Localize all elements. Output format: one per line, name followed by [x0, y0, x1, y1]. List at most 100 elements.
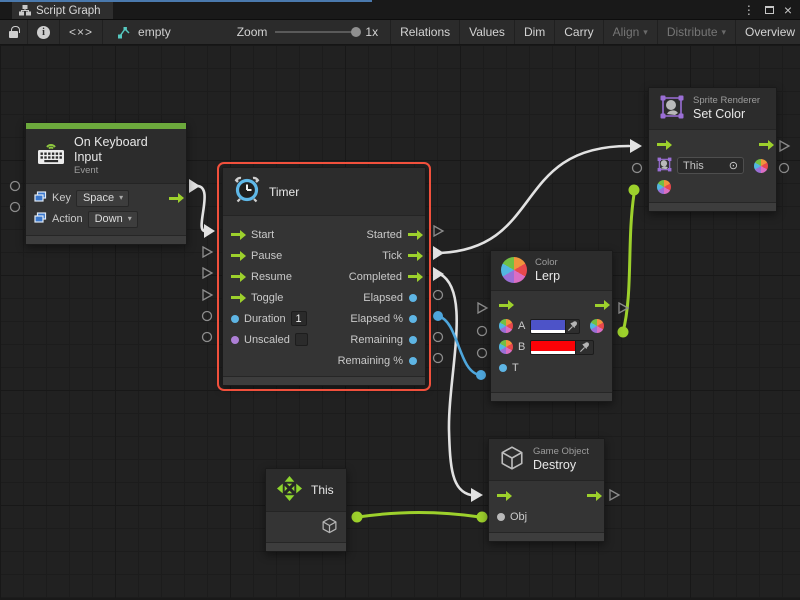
close-icon[interactable]: × — [784, 3, 792, 17]
values-button[interactable]: Values — [460, 20, 515, 44]
destroy-flow-row — [489, 485, 604, 506]
port-timer-duration-in[interactable] — [203, 312, 212, 321]
graph-breadcrumb[interactable]: empty — [103, 20, 185, 44]
port-setcolor-flow-out[interactable] — [780, 141, 789, 151]
port-timer-elapsedpct-out[interactable] — [433, 311, 443, 321]
wire-this-to-destroy-obj[interactable] — [358, 513, 480, 518]
dim-button[interactable]: Dim — [515, 20, 555, 44]
color-a-field[interactable] — [530, 319, 580, 334]
port-this-out[interactable] — [352, 512, 363, 523]
zoom-slider-handle[interactable] — [351, 27, 361, 37]
port-keyboard-action-in[interactable] — [11, 203, 20, 212]
sprite-renderer-icon — [659, 94, 685, 123]
wire-completed-to-destroy-flow[interactable] — [440, 274, 471, 495]
port-lerp-a-in[interactable] — [478, 327, 487, 336]
wire-lerp-to-setcolor-color[interactable] — [623, 194, 634, 332]
port-destroy-flow-in[interactable] — [471, 488, 483, 502]
lock-button[interactable] — [0, 20, 28, 44]
port-lerp-b-in[interactable] — [478, 349, 487, 358]
port-timer-resume-in[interactable] — [203, 268, 212, 278]
key-dropdown[interactable]: Space ▾ — [76, 190, 129, 207]
port-timer-tick-out[interactable] — [433, 246, 444, 260]
zoom-value: 1x — [365, 25, 378, 39]
node-on-keyboard-input[interactable]: On Keyboard Input Event Key Space ▾ — [25, 122, 187, 245]
port-timer-start-in[interactable] — [204, 224, 215, 238]
action-label: Action — [52, 213, 83, 225]
carry-button[interactable]: Carry — [555, 20, 603, 44]
port-setcolor-color-in[interactable] — [629, 185, 640, 196]
code-toggle-button[interactable]: <×> — [60, 20, 103, 44]
distribute-button[interactable]: Distribute▾ — [658, 20, 736, 44]
node-this[interactable]: This — [265, 468, 347, 552]
color-b-swatch[interactable] — [531, 341, 575, 354]
port-destroy-flow-out[interactable] — [610, 490, 619, 500]
wire-elapsedpct-to-lerp-t[interactable] — [438, 316, 480, 375]
graph-canvas[interactable]: On Keyboard Input Event Key Space ▾ — [0, 45, 800, 598]
node-set-color[interactable]: Sprite Renderer Set Color — [648, 87, 777, 212]
port-timer-started-out[interactable] — [434, 226, 443, 236]
color-a-swatch[interactable] — [531, 320, 565, 333]
port-timer-remaining-out[interactable] — [434, 333, 443, 342]
port-setcolor-value-out[interactable] — [780, 164, 789, 173]
port-lerp-t-in[interactable] — [476, 370, 486, 380]
object-picker-icon[interactable]: ⊙ — [729, 159, 738, 172]
tab-title: Script Graph — [36, 5, 101, 17]
node-timer[interactable]: Timer Start Started Pause Tick Resume Co… — [222, 167, 426, 386]
node-subtitle: Event — [74, 165, 176, 177]
node-header: Sprite Renderer Set Color — [649, 88, 776, 130]
info-button[interactable]: i — [28, 20, 60, 44]
eyedropper-icon[interactable] — [575, 341, 593, 354]
zoom-slider[interactable] — [275, 31, 357, 33]
unscaled-checkbox[interactable] — [295, 333, 308, 346]
graph-toolbar: i <×> empty Zoom 1x Relations Values Dim… — [0, 19, 800, 45]
node-title: Lerp — [535, 269, 560, 284]
duration-input[interactable]: 1 — [291, 311, 307, 326]
port-timer-elapsed-out[interactable] — [434, 291, 443, 300]
port-lerp-flow-in[interactable] — [478, 303, 487, 313]
port-timer-remainingpct-out[interactable] — [434, 354, 443, 363]
node-footer — [26, 235, 186, 244]
color-b-field[interactable] — [530, 340, 594, 355]
focus-accent-line — [0, 0, 372, 2]
node-footer — [223, 376, 425, 385]
timer-row-remainingpct: Remaining % — [223, 350, 425, 371]
value-port-dot — [409, 294, 417, 302]
windows-icon — [34, 191, 47, 206]
overview-button[interactable]: Overview — [736, 20, 800, 44]
node-header: Game Object Destroy — [489, 439, 604, 481]
graph-hierarchy-icon — [19, 5, 31, 16]
setcolor-color-row — [649, 176, 776, 197]
node-color-lerp[interactable]: Color Lerp A — [490, 250, 613, 402]
keyboard-icon — [36, 142, 66, 169]
timer-row-toggle: Toggle Elapsed — [223, 287, 425, 308]
target-object-field[interactable]: This ⊙ — [677, 157, 744, 174]
port-timer-unscaled-in[interactable] — [203, 333, 212, 342]
port-timer-toggle-in[interactable] — [203, 290, 212, 300]
port-destroy-obj-in[interactable] — [477, 512, 488, 523]
port-lerp-flow-out[interactable] — [619, 303, 628, 313]
flow-arrow-in — [231, 275, 240, 278]
wire-tick-to-setcolor-flow[interactable] — [440, 146, 629, 253]
wire-keyboard-to-timer-start[interactable] — [197, 186, 205, 231]
action-dropdown[interactable]: Down ▾ — [88, 211, 138, 228]
node-destroy[interactable]: Game Object Destroy Obj — [488, 438, 605, 542]
relations-button[interactable]: Relations — [390, 20, 460, 44]
port-timer-completed-out[interactable] — [433, 267, 444, 281]
tab-script-graph[interactable]: Script Graph — [12, 2, 113, 19]
node-header: Timer — [223, 168, 425, 216]
flow-arrow-in — [657, 143, 666, 146]
window-menu-icon[interactable]: ⋮ — [743, 4, 755, 16]
port-keyboard-trigger-out[interactable] — [189, 179, 200, 193]
align-button[interactable]: Align▾ — [604, 20, 658, 44]
port-keyboard-key-in[interactable] — [11, 182, 20, 191]
port-timer-pause-in[interactable] — [203, 247, 212, 257]
port-setcolor-target-in[interactable] — [633, 164, 642, 173]
node-footer — [266, 542, 346, 551]
port-setcolor-flow-in[interactable] — [630, 139, 642, 153]
maximize-icon[interactable] — [765, 6, 774, 14]
timer-row-duration: Duration 1 Elapsed % — [223, 308, 425, 329]
port-lerp-result-out[interactable] — [618, 327, 629, 338]
flow-arrow-in — [497, 494, 506, 497]
eyedropper-icon[interactable] — [565, 320, 579, 333]
lerp-flow-row — [491, 295, 612, 316]
